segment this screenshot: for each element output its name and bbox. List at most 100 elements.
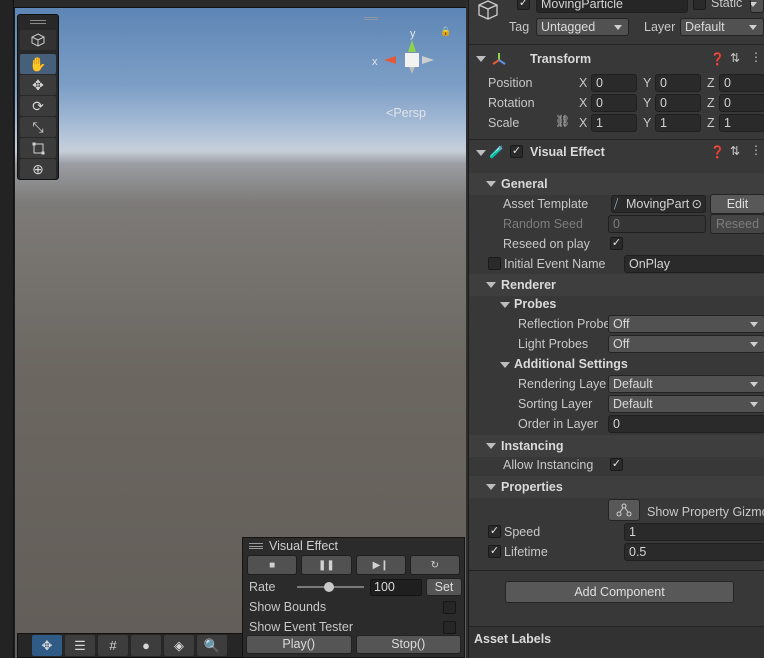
hand-tool-button[interactable]: ✋ (20, 54, 56, 74)
rate-input[interactable]: 100 (370, 579, 422, 596)
initial-event-checkbox[interactable] (488, 257, 501, 270)
properties-title[interactable]: Properties (501, 480, 563, 494)
reflection-probes-dropdown[interactable]: Off (608, 315, 764, 333)
visual-effect-enabled-checkbox[interactable]: ✓ (510, 145, 523, 158)
static-checkbox[interactable] (693, 0, 706, 10)
asset-template-field[interactable]: ⧸ MovingPart ⊙ (611, 195, 706, 213)
set-rate-button[interactable]: Set (426, 578, 462, 596)
panel-grip[interactable] (18, 15, 58, 29)
foldout-arrow-icon[interactable] (500, 362, 510, 368)
foldout-arrow-icon[interactable] (476, 150, 486, 156)
rotation-x-field[interactable]: 0 (591, 94, 637, 112)
lock-icon[interactable]: 🔒 (440, 26, 451, 37)
show-event-tester-checkbox[interactable] (443, 621, 456, 634)
move-tool-button[interactable]: ✥ (20, 75, 56, 95)
foldout-arrow-icon[interactable] (486, 484, 496, 490)
foldout-arrow-icon[interactable] (486, 282, 496, 288)
shading-button[interactable]: ● (131, 635, 161, 656)
stop-event-button[interactable]: Stop() (355, 635, 461, 654)
reflection-probes-label: Reflection Probe (518, 317, 608, 331)
additional-settings-title[interactable]: Additional Settings (514, 357, 628, 371)
transform-title[interactable]: Transform (530, 52, 591, 66)
foldout-arrow-icon[interactable] (486, 181, 496, 187)
position-z-field[interactable]: 0 (719, 74, 764, 92)
light-probes-dropdown[interactable]: Off (608, 335, 764, 353)
show-bounds-checkbox[interactable] (443, 601, 456, 614)
axis-y-label: Y (643, 116, 652, 130)
layer-dropdown[interactable]: Default (680, 18, 764, 36)
sorting-layer-dropdown[interactable]: Default (608, 395, 764, 413)
gizmo-grip[interactable] (364, 17, 378, 20)
probes-title[interactable]: Probes (514, 297, 556, 311)
instancing-title[interactable]: Instancing (501, 439, 564, 453)
more-menu-icon[interactable]: ⋮ (750, 50, 762, 64)
constrain-link-icon[interactable]: ⛓ (555, 114, 570, 128)
order-in-layer-field[interactable]: 0 (608, 415, 764, 433)
lifetime-override-checkbox[interactable]: ✓ (488, 545, 501, 558)
asset-template-label: Asset Template (503, 197, 589, 211)
rotation-y-field[interactable]: 0 (655, 94, 701, 112)
general-title[interactable]: General (501, 177, 548, 191)
projection-label[interactable]: <Persp (386, 106, 426, 120)
stop-button[interactable]: ■ (247, 555, 298, 575)
scale-tool-button[interactable]: ⤡ (20, 117, 56, 137)
speed-field[interactable]: 1 (624, 523, 764, 541)
rate-slider-handle[interactable] (324, 582, 335, 592)
reseed-on-play-checkbox[interactable]: ✓ (610, 237, 623, 250)
show-event-tester-label: Show Event Tester (249, 620, 353, 634)
view-cube-icon[interactable] (20, 30, 56, 50)
snap-button[interactable]: ✥ (32, 635, 62, 656)
speed-override-checkbox[interactable]: ✓ (488, 525, 501, 538)
overlay-grip-icon[interactable] (249, 543, 263, 549)
more-menu-icon[interactable]: ⋮ (750, 143, 762, 157)
presets-icon[interactable]: ⇅ (730, 144, 740, 158)
tool-overlay-panel: ✋ ✥ ⟳ ⤡ ⊕ (17, 14, 59, 180)
pause-icon: ❚❚ (317, 559, 335, 571)
gameobject-cube-icon (478, 0, 498, 20)
transform-icon: ⊕ (32, 160, 44, 177)
visual-effect-component-icon: 🧪 (489, 145, 504, 159)
initial-event-field[interactable]: OnPlay (624, 255, 764, 273)
rotate-tool-button[interactable]: ⟳ (20, 96, 56, 116)
layers-button[interactable]: ◈ (164, 635, 194, 656)
property-gizmo-button[interactable] (608, 499, 640, 521)
help-icon[interactable]: ❓ (710, 145, 725, 159)
pause-button[interactable]: ❚❚ (301, 555, 352, 575)
move-icon: ✥ (32, 76, 44, 93)
foldout-arrow-icon[interactable] (500, 302, 510, 308)
orientation-gizmo[interactable]: y x (364, 28, 440, 104)
active-checkbox[interactable]: ✓ (517, 0, 530, 10)
edit-button[interactable]: Edit (710, 194, 764, 214)
object-picker-icon[interactable]: ⊙ (692, 196, 702, 212)
rendering-layer-dropdown[interactable]: Default (608, 375, 764, 393)
tag-dropdown[interactable]: Untagged (536, 18, 629, 36)
static-dropdown[interactable] (750, 0, 764, 13)
rect-tool-button[interactable] (20, 138, 56, 158)
search-button[interactable]: 🔍 (197, 635, 227, 656)
help-icon[interactable]: ❓ (710, 52, 725, 66)
foldout-arrow-icon[interactable] (476, 56, 486, 62)
position-y-field[interactable]: 0 (655, 74, 701, 92)
scale-y-field[interactable]: 1 (655, 114, 701, 132)
settings-button[interactable]: ☰ (65, 635, 95, 656)
restart-button[interactable]: ↻ (409, 555, 460, 575)
add-component-button[interactable]: Add Component (505, 581, 734, 603)
asset-labels-title[interactable]: Asset Labels (474, 632, 551, 646)
transform-tool-button[interactable]: ⊕ (20, 159, 56, 179)
scale-x-field[interactable]: 1 (591, 114, 637, 132)
scene-view[interactable]: ✋ ✥ ⟳ ⤡ ⊕ 🔒 y x <Persp Visual Effect ■ ❚… (0, 0, 468, 658)
play-event-button[interactable]: Play() (246, 635, 352, 654)
grid-button[interactable]: # (98, 635, 128, 656)
rotation-z-field[interactable]: 0 (719, 94, 764, 112)
object-name-field[interactable]: MovingParticle (536, 0, 688, 13)
allow-instancing-checkbox[interactable]: ✓ (610, 458, 623, 471)
scale-z-field[interactable]: 1 (719, 114, 764, 132)
static-label: Static (711, 0, 743, 10)
presets-icon[interactable]: ⇅ (730, 51, 740, 65)
position-x-field[interactable]: 0 (591, 74, 637, 92)
foldout-arrow-icon[interactable] (486, 443, 496, 449)
visual-effect-title[interactable]: Visual Effect (530, 145, 605, 159)
renderer-title[interactable]: Renderer (501, 278, 556, 292)
lifetime-field[interactable]: 0.5 (624, 543, 764, 561)
step-button[interactable]: ▶❙ (355, 555, 406, 575)
